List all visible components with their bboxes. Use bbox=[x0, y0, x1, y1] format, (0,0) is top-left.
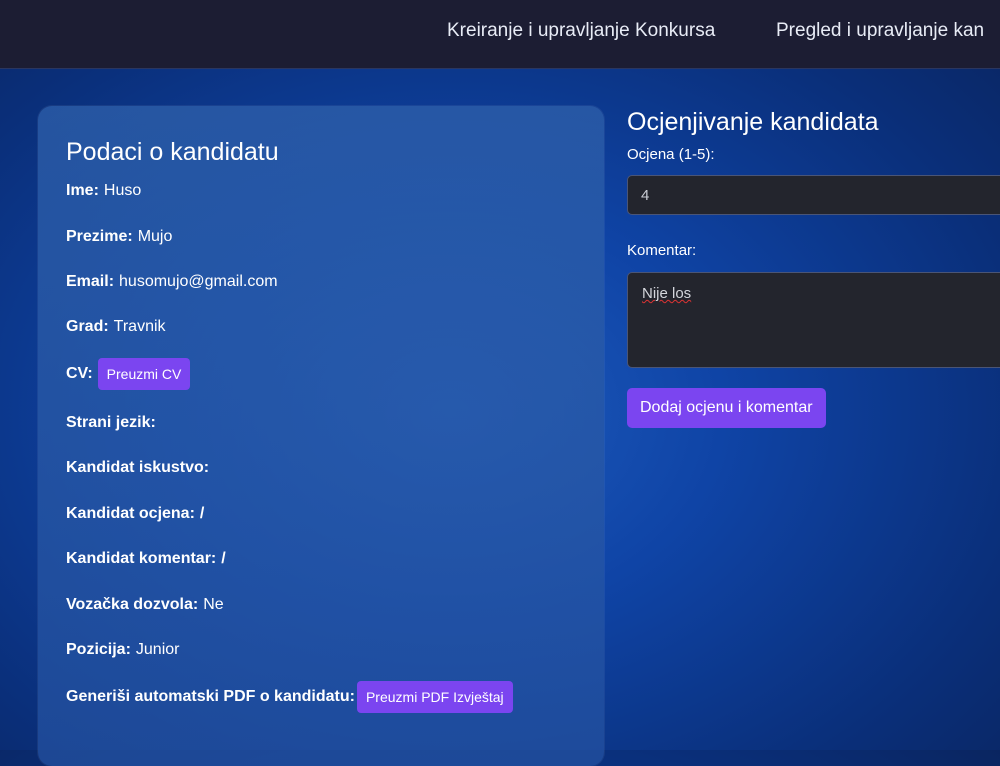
candidate-info-card: Podaci o kandidatu Ime: Huso Prezime: Mu… bbox=[38, 106, 604, 766]
field-label: Grad: bbox=[66, 318, 109, 335]
field-label: CV: bbox=[66, 365, 93, 382]
add-rating-button[interactable]: Dodaj ocjenu i komentar bbox=[627, 388, 826, 428]
field-value: / bbox=[199, 505, 205, 522]
top-navbar: Kreiranje i upravljanje Konkursa Pregled… bbox=[0, 0, 1000, 69]
nav-link-konkursi[interactable]: Kreiranje i upravljanje Konkursa bbox=[447, 20, 715, 42]
field-strani-jezik: Strani jezik: bbox=[66, 414, 161, 432]
field-iskustvo: Kandidat iskustvo: bbox=[66, 459, 214, 477]
field-komentar: Kandidat komentar: / bbox=[66, 550, 231, 568]
field-ime: Ime: Huso bbox=[66, 182, 141, 200]
field-label: Pozicija: bbox=[66, 641, 131, 658]
field-label: Strani jezik: bbox=[66, 414, 156, 431]
field-pozicija: Pozicija: Junior bbox=[66, 641, 179, 659]
field-label: Ime: bbox=[66, 182, 99, 199]
grade-input[interactable]: 4 bbox=[627, 175, 1000, 215]
comment-label: Komentar: bbox=[627, 242, 697, 259]
download-pdf-button[interactable]: Preuzmi PDF Izvještaj bbox=[356, 681, 513, 713]
field-label: Kandidat iskustvo: bbox=[66, 459, 210, 476]
grade-label: Ocjena (1-5): bbox=[627, 146, 715, 163]
field-value: / bbox=[221, 550, 226, 567]
field-value: husomujo@gmail.com bbox=[119, 273, 278, 290]
field-prezime: Prezime: Mujo bbox=[66, 228, 172, 246]
field-ocjena: Kandidat ocjena: / bbox=[66, 505, 209, 523]
field-cv: CV: Preuzmi CV bbox=[66, 358, 191, 390]
field-value: Huso bbox=[103, 182, 142, 199]
field-label: Vozačka dozvola: bbox=[66, 596, 199, 613]
card-title: Podaci o kandidatu bbox=[66, 138, 279, 166]
nav-link-kandidati[interactable]: Pregled i upravljanje kan bbox=[776, 20, 984, 42]
field-value: Junior bbox=[135, 641, 180, 658]
field-label: Kandidat komentar: bbox=[66, 550, 217, 567]
field-label: Generiši automatski PDF o kandidatu: bbox=[66, 688, 355, 705]
download-cv-button[interactable]: Preuzmi CV bbox=[97, 358, 191, 390]
comment-textarea[interactable]: Nije los bbox=[627, 272, 1000, 368]
field-pdf: Generiši automatski PDF o kandidatu: Pre… bbox=[66, 681, 513, 713]
field-email: Email: husomujo@gmail.com bbox=[66, 273, 278, 291]
field-vozacka: Vozačka dozvola: Ne bbox=[66, 596, 224, 614]
field-label: Kandidat ocjena: bbox=[66, 505, 195, 522]
rating-title: Ocjenjivanje kandidata bbox=[627, 108, 879, 136]
field-grad: Grad: Travnik bbox=[66, 318, 166, 336]
field-value: Travnik bbox=[113, 318, 166, 335]
comment-text: Nije los bbox=[642, 285, 692, 302]
field-label: Prezime: bbox=[66, 228, 133, 245]
field-label: Email: bbox=[66, 273, 115, 290]
field-value: Mujo bbox=[137, 228, 173, 245]
field-value: Ne bbox=[203, 596, 224, 613]
